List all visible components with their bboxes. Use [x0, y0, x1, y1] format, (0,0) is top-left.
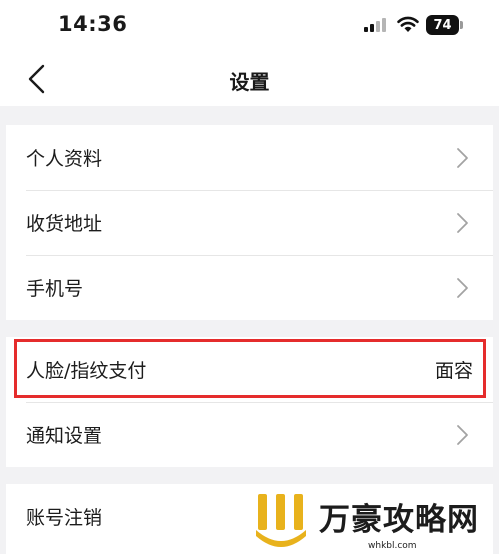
chevron-right-icon [457, 148, 468, 168]
page-title: 设置 [229, 70, 270, 94]
watermark: 万豪攻略网 whkbl.com [240, 482, 499, 554]
watermark-name: 万豪攻略网 [319, 502, 479, 538]
watermark-logo-icon [256, 494, 306, 547]
highlight-box [14, 339, 486, 398]
battery-level: 74 [433, 17, 452, 33]
settings-item-label: 收货地址 [26, 213, 103, 235]
battery-icon: 74 [426, 15, 459, 35]
signal-icon [364, 18, 386, 32]
settings-item-phone[interactable]: 手机号 [6, 255, 493, 320]
settings-item-label: 账号注销 [26, 507, 103, 529]
chevron-right-icon [457, 425, 468, 445]
chevron-right-icon [457, 213, 468, 233]
settings-item-label: 个人资料 [26, 148, 103, 170]
settings-item-address[interactable]: 收货地址 [6, 190, 493, 255]
settings-item-profile[interactable]: 个人资料 [6, 125, 493, 190]
settings-item-label: 手机号 [26, 278, 84, 300]
watermark-url: whkbl.com [368, 541, 417, 551]
wifi-icon [397, 16, 419, 32]
settings-item-label: 通知设置 [26, 425, 103, 447]
chevron-right-icon [457, 278, 468, 298]
status-bar: 14:36 74 [0, 0, 499, 52]
settings-item-notifications[interactable]: 通知设置 [6, 402, 493, 467]
status-time: 14:36 [58, 12, 128, 36]
settings-group-profile: 个人资料 收货地址 手机号 [6, 125, 493, 320]
nav-bar: 设置 [0, 52, 499, 106]
battery-tip [460, 21, 463, 29]
